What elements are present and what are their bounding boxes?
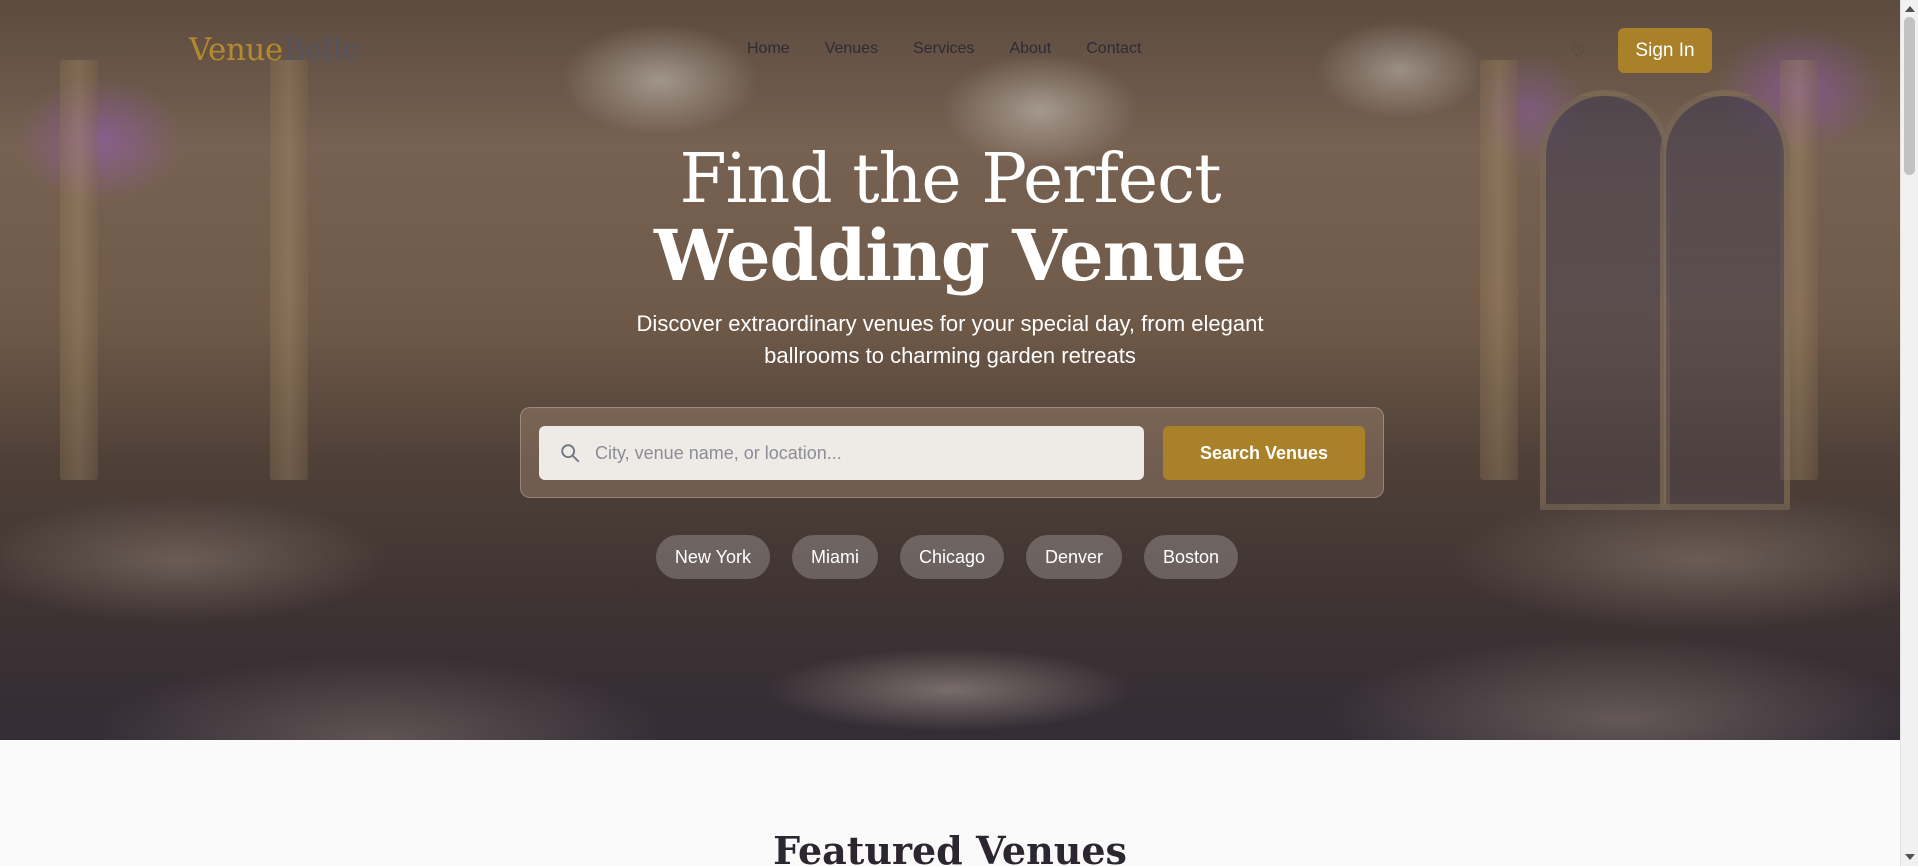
city-chip-denver[interactable]: Denver	[1026, 535, 1123, 579]
top-navigation: VenueBelle Home Venues Services About Co…	[0, 0, 1900, 100]
city-chip-new-york[interactable]: New York	[655, 535, 770, 579]
brand-logo[interactable]: VenueBelle	[189, 32, 360, 68]
search-icon	[561, 444, 580, 463]
featured-venues-heading: Featured Venues	[773, 828, 1127, 866]
scroll-down-arrow-icon[interactable]	[1905, 854, 1915, 860]
hero-title-line2: Wedding Venue	[654, 214, 1247, 297]
sign-in-button[interactable]: Sign In	[1618, 28, 1712, 73]
city-chip-chicago[interactable]: Chicago	[899, 535, 1004, 579]
scroll-up-arrow-icon[interactable]	[1905, 6, 1915, 12]
popular-cities: New York Miami Chicago Denver Boston	[0, 535, 1900, 579]
nav-link-contact[interactable]: Contact	[1086, 40, 1141, 58]
city-chip-boston[interactable]: Boston	[1144, 535, 1239, 579]
heart-icon[interactable]: ♡	[1571, 42, 1585, 61]
brand-name-part1: Venue	[189, 32, 283, 68]
search-venues-button[interactable]: Search Venues	[1163, 426, 1365, 480]
nav-link-venues[interactable]: Venues	[825, 40, 878, 58]
search-panel: Search Venues	[520, 407, 1384, 498]
hero-title-line1: Find the Perfect	[679, 140, 1221, 219]
search-input[interactable]	[595, 442, 1115, 464]
nav-link-about[interactable]: About	[1009, 40, 1051, 58]
brand-name-part2: Belle	[282, 32, 360, 68]
nav-link-home[interactable]: Home	[747, 40, 790, 58]
city-chip-miami[interactable]: Miami	[791, 535, 878, 579]
hero-subtitle: Discover extraordinary venues for your s…	[636, 311, 1264, 368]
search-field[interactable]	[539, 426, 1144, 480]
scroll-thumb[interactable]	[1904, 17, 1915, 175]
main-menu: Home Venues Services About Contact	[747, 40, 1176, 58]
nav-link-services[interactable]: Services	[913, 40, 974, 58]
vertical-scrollbar[interactable]	[1900, 0, 1918, 866]
